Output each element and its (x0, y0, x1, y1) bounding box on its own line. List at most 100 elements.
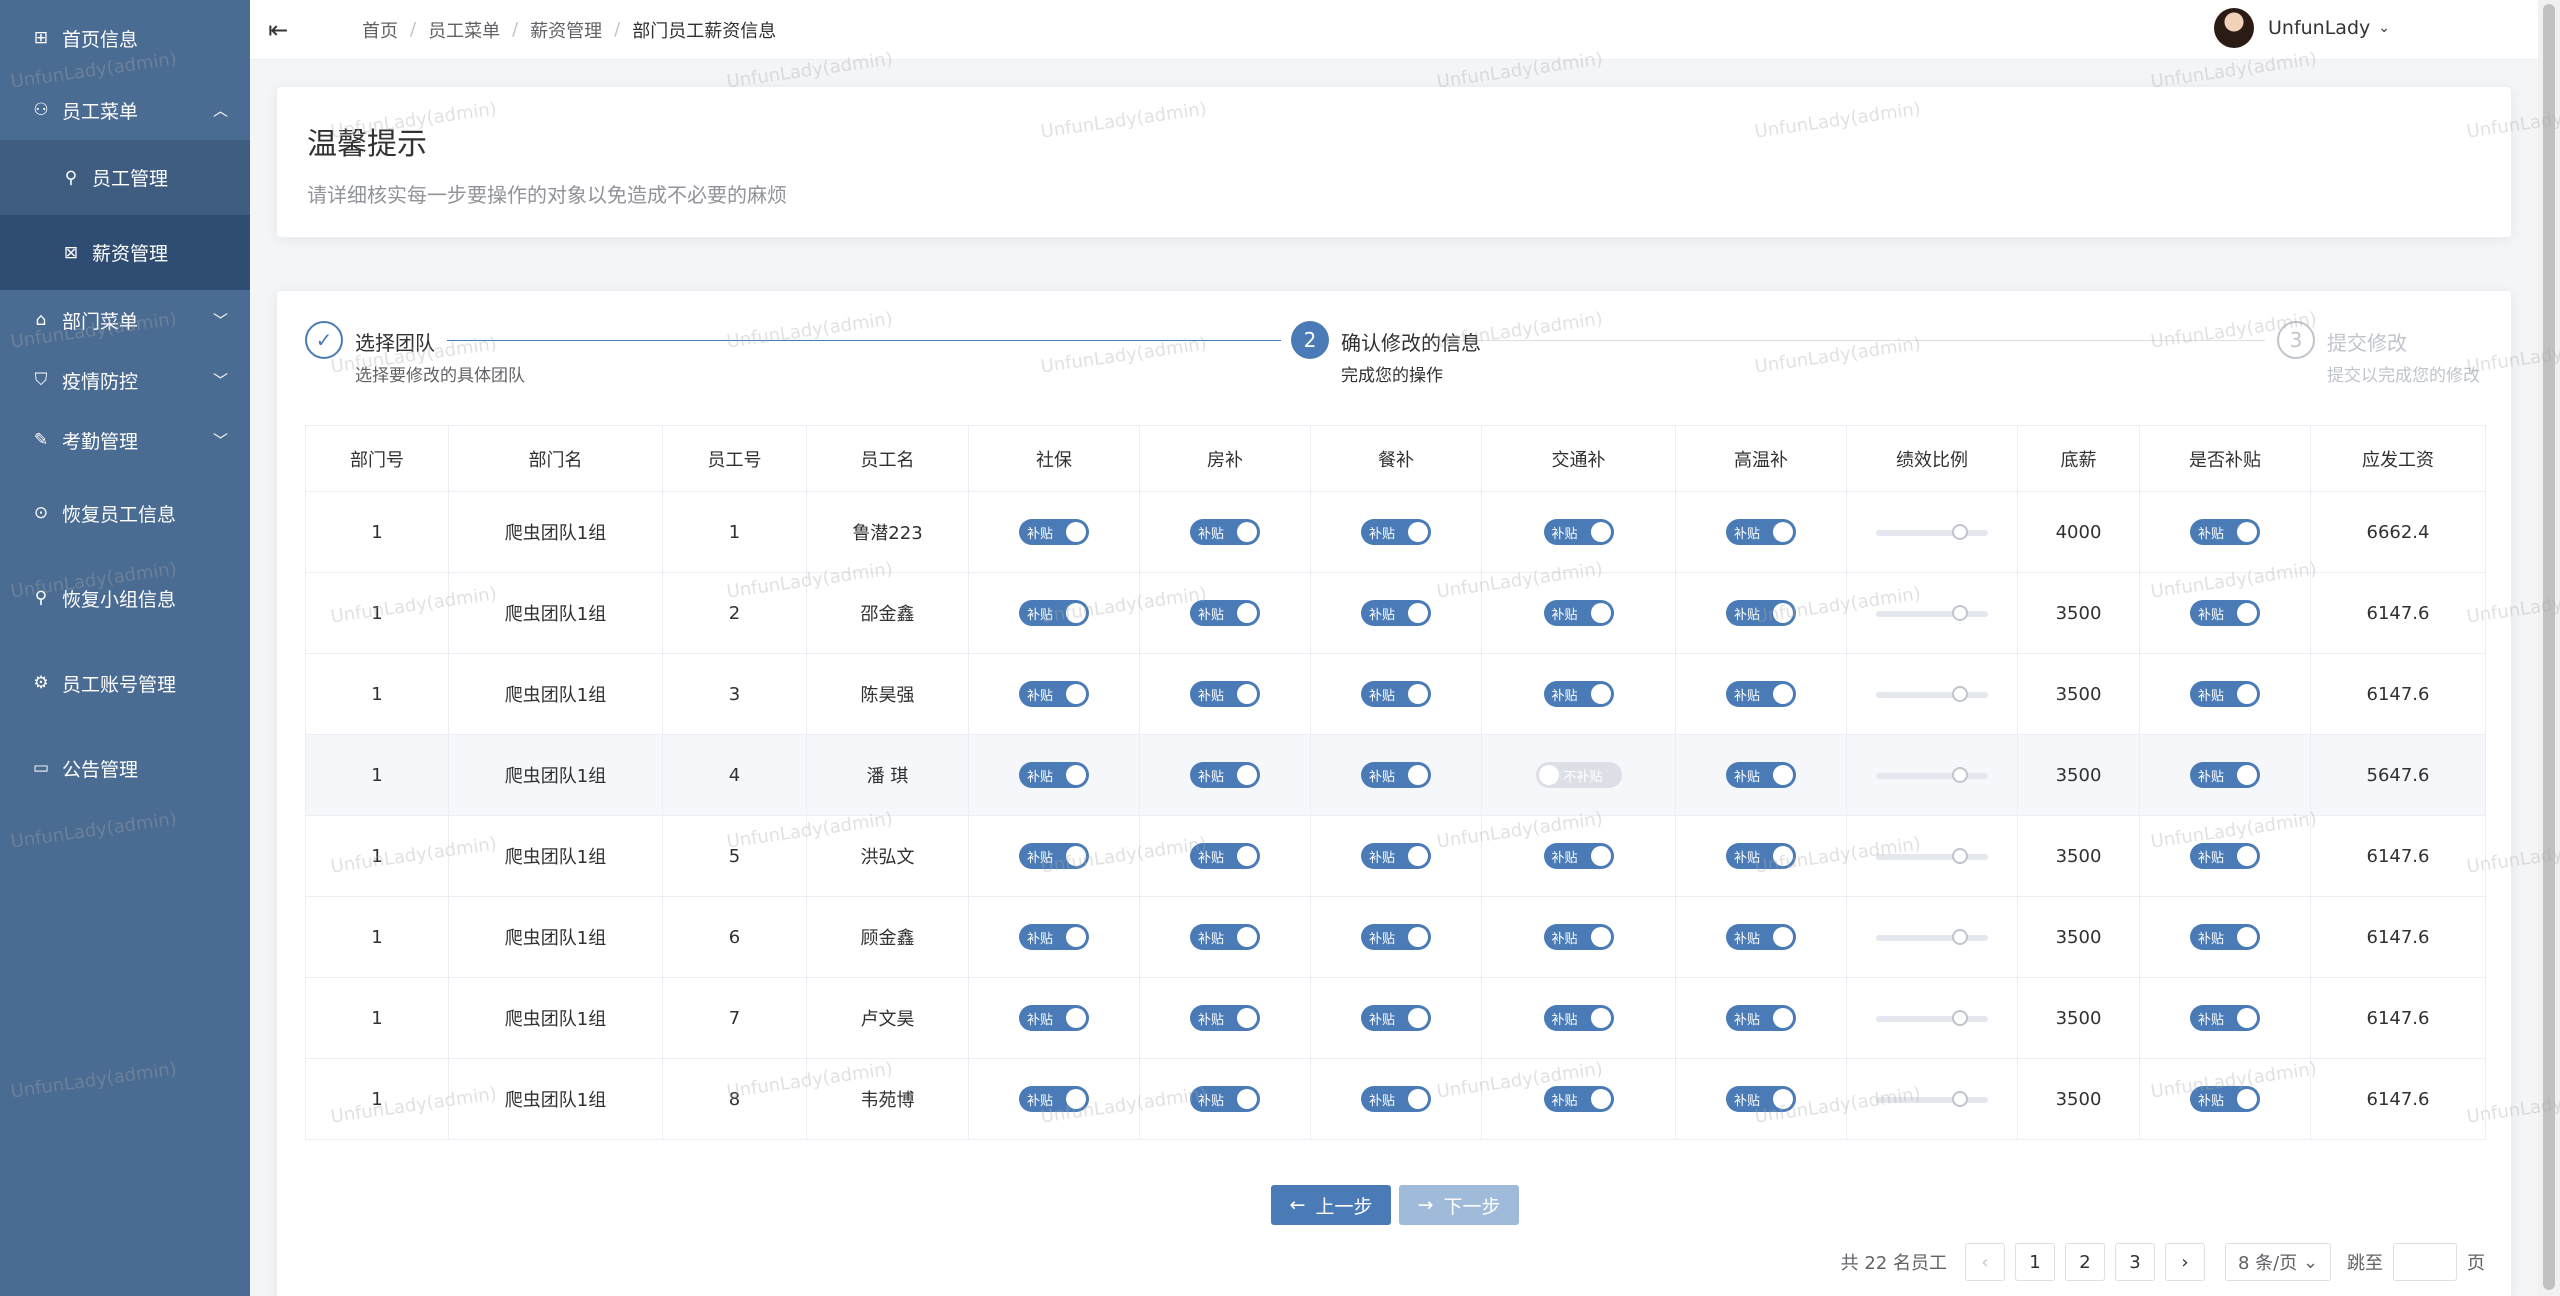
breadcrumb-item[interactable]: 员工菜单 (428, 17, 500, 43)
subsidy-switch[interactable]: 补贴 (1019, 924, 1089, 950)
switch-label: 补贴 (1551, 608, 1578, 623)
subsidy-switch[interactable]: 补贴 (1543, 1005, 1614, 1031)
page-2-button[interactable]: 2 (2065, 1243, 2105, 1281)
scrollbar-thumb[interactable] (2543, 4, 2555, 1290)
subsidy-switch[interactable]: 补贴 (1019, 762, 1089, 788)
table-cell: 爬虫团队1组 (448, 734, 663, 816)
switch-label: 补贴 (2198, 608, 2225, 623)
subsidy-switch[interactable]: 补贴 (1361, 600, 1431, 626)
subsidy-switch[interactable]: 补贴 (1726, 762, 1796, 788)
subsidy-switch[interactable]: 补贴 (1019, 1005, 1089, 1031)
sidebar-item-7[interactable]: ⚙ 员工账号管理 (0, 653, 250, 713)
subsidy-switch[interactable]: 补贴 (1190, 762, 1260, 788)
performance-slider[interactable] (1876, 847, 1988, 864)
performance-slider[interactable] (1876, 766, 1988, 783)
subsidy-switch[interactable]: 补贴 (1361, 924, 1431, 950)
subsidy-switch[interactable]: 补贴 (1726, 924, 1796, 950)
breadcrumb-item[interactable]: 薪资管理 (530, 17, 602, 43)
switch-knob (1538, 765, 1559, 785)
subsidy-switch[interactable]: 补贴 (1726, 519, 1796, 545)
subsidy-switch[interactable]: 补贴 (1543, 924, 1614, 950)
subsidy-switch[interactable]: 补贴 (1543, 600, 1614, 626)
subsidy-switch[interactable]: 补贴 (1190, 843, 1260, 869)
subsidy-switch[interactable]: 补贴 (1190, 1086, 1260, 1112)
subsidy-switch[interactable]: 补贴 (1726, 843, 1796, 869)
next-step-button[interactable]: → 下一步 (1399, 1185, 1519, 1225)
page-3-button[interactable]: 3 (2115, 1243, 2155, 1281)
subsidy-switch[interactable]: 补贴 (1019, 681, 1089, 707)
prev-step-button[interactable]: ← 上一步 (1271, 1185, 1391, 1225)
jump-page-input[interactable] (2393, 1243, 2457, 1281)
switch-label: 不补贴 (1563, 770, 1603, 785)
sidebar-item-2[interactable]: ⌂ 部门菜单 ﹀ (0, 290, 250, 350)
slider-thumb[interactable] (1952, 928, 1968, 945)
table-cell: 6147.6 (2310, 1058, 2486, 1140)
slider-thumb[interactable] (1952, 1009, 1968, 1026)
subsidy-switch[interactable]: 补贴 (2190, 843, 2260, 869)
subsidy-switch[interactable]: 补贴 (1726, 600, 1796, 626)
performance-slider[interactable] (1876, 928, 1988, 945)
subsidy-switch[interactable]: 补贴 (2190, 924, 2260, 950)
subsidy-switch[interactable]: 补贴 (1190, 924, 1260, 950)
subsidy-switch[interactable]: 补贴 (1190, 1005, 1260, 1031)
subsidy-switch[interactable]: 补贴 (2190, 519, 2260, 545)
subsidy-switch[interactable]: 补贴 (1726, 1005, 1796, 1031)
subsidy-switch[interactable]: 补贴 (1361, 762, 1431, 788)
breadcrumb-item[interactable]: 首页 (362, 17, 398, 43)
performance-slider[interactable] (1876, 685, 1988, 702)
slider-thumb[interactable] (1952, 766, 1968, 783)
subsidy-switch[interactable]: 补贴 (2190, 600, 2260, 626)
prev-page-button[interactable]: ‹ (1965, 1243, 2005, 1281)
sidebar-item-3[interactable]: ⛉ 疫情防控 ﹀ (0, 350, 250, 410)
subsidy-switch[interactable]: 补贴 (1543, 1086, 1614, 1112)
slider-thumb[interactable] (1952, 847, 1968, 864)
subsidy-switch[interactable]: 补贴 (1361, 681, 1431, 707)
next-page-button[interactable]: › (2165, 1243, 2205, 1281)
page-size-select[interactable]: 8 条/页 ⌄ (2225, 1243, 2331, 1281)
page-1-button[interactable]: 1 (2015, 1243, 2055, 1281)
subsidy-switch[interactable]: 补贴 (1543, 843, 1614, 869)
chevron-down-icon[interactable]: ⌄ (2378, 20, 2390, 36)
sidebar-item-1[interactable]: ⚇ 员工菜单 ︿ (0, 80, 250, 140)
user-menu[interactable]: UnfunLady ⌄ (2214, 8, 2390, 48)
vertical-scrollbar[interactable] (2538, 0, 2560, 1296)
sidebar-item-5[interactable]: ⊙ 恢复员工信息 (0, 483, 250, 543)
subsidy-switch[interactable]: 补贴 (2190, 762, 2260, 788)
user-name[interactable]: UnfunLady (2268, 17, 2370, 39)
subsidy-switch[interactable]: 不补贴 (1535, 762, 1622, 788)
menu-fold-icon[interactable]: ⇤ (268, 16, 328, 44)
sidebar-item-4[interactable]: ✎ 考勤管理 ﹀ (0, 410, 250, 470)
sidebar-item-8[interactable]: ▭ 公告管理 (0, 738, 250, 798)
submenu-item-0[interactable]: ⚲ 员工管理 (0, 140, 250, 215)
subsidy-switch[interactable]: 补贴 (1019, 600, 1089, 626)
subsidy-switch[interactable]: 补贴 (2190, 681, 2260, 707)
submenu-item-1[interactable]: ⊠ 薪资管理 (0, 215, 250, 290)
subsidy-switch[interactable]: 补贴 (1361, 843, 1431, 869)
slider-thumb[interactable] (1952, 1090, 1968, 1107)
slider-thumb[interactable] (1952, 604, 1968, 621)
subsidy-switch[interactable]: 补贴 (1019, 1086, 1089, 1112)
subsidy-switch[interactable]: 补贴 (1019, 843, 1089, 869)
subsidy-switch[interactable]: 补贴 (1019, 519, 1089, 545)
sidebar-item-0[interactable]: ⊞ 首页信息 (0, 8, 250, 68)
performance-slider[interactable] (1876, 1009, 1988, 1026)
avatar[interactable] (2214, 8, 2254, 48)
subsidy-switch[interactable]: 补贴 (1543, 519, 1614, 545)
subsidy-switch[interactable]: 补贴 (1543, 681, 1614, 707)
performance-slider[interactable] (1876, 523, 1988, 540)
subsidy-switch[interactable]: 补贴 (2190, 1086, 2260, 1112)
subsidy-switch[interactable]: 补贴 (1726, 1086, 1796, 1112)
performance-slider[interactable] (1876, 604, 1988, 621)
performance-slider[interactable] (1876, 1090, 1988, 1107)
subsidy-switch[interactable]: 补贴 (1190, 519, 1260, 545)
subsidy-switch[interactable]: 补贴 (1361, 1005, 1431, 1031)
subsidy-switch[interactable]: 补贴 (1726, 681, 1796, 707)
subsidy-switch[interactable]: 补贴 (1361, 519, 1431, 545)
sidebar-item-6[interactable]: ⚲ 恢复小组信息 (0, 568, 250, 628)
subsidy-switch[interactable]: 补贴 (1361, 1086, 1431, 1112)
slider-thumb[interactable] (1952, 523, 1968, 540)
subsidy-switch[interactable]: 补贴 (2190, 1005, 2260, 1031)
subsidy-switch[interactable]: 补贴 (1190, 681, 1260, 707)
slider-thumb[interactable] (1952, 685, 1968, 702)
subsidy-switch[interactable]: 补贴 (1190, 600, 1260, 626)
